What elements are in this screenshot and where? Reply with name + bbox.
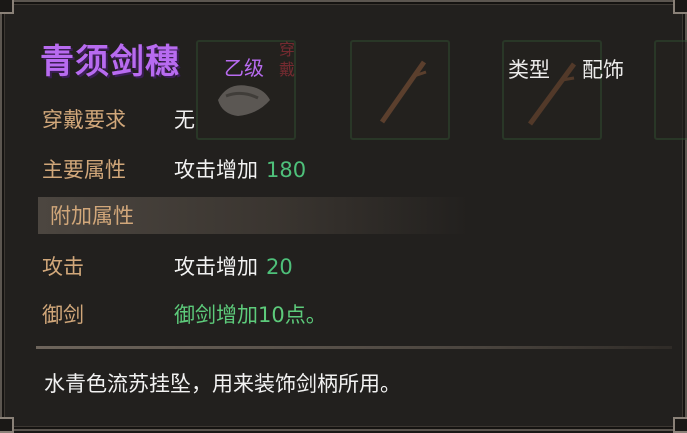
requirement-value: 无	[174, 108, 195, 132]
main-attribute-label: 主要属性	[42, 158, 126, 182]
extra-attribute-text: 御剑增加10点。	[174, 303, 327, 327]
background-item-slot	[654, 40, 687, 140]
extra-attribute-number: 20	[266, 255, 293, 279]
item-name: 青须剑穗	[40, 42, 180, 82]
item-type-value: 配饰	[582, 58, 624, 82]
extra-attribute-text: 攻击增加	[174, 255, 258, 279]
extra-attributes-title: 附加属性	[50, 204, 134, 228]
item-type-label: 类型	[508, 58, 550, 82]
extra-attribute-value: 攻击增加 20	[174, 252, 293, 282]
equipped-tag: 穿戴	[278, 40, 295, 79]
item-description: 水青色流苏挂坠，用来装饰剑柄所用。	[44, 372, 401, 396]
main-attribute-number: 180	[266, 158, 307, 182]
item-grade: 乙级	[224, 56, 264, 80]
stick-icon	[379, 60, 427, 124]
main-attribute-text: 攻击增加	[174, 158, 258, 182]
background-item-slot	[350, 40, 450, 140]
requirement-label: 穿戴要求	[42, 108, 126, 132]
extra-attribute-label: 御剑	[42, 303, 84, 327]
item-tooltip: 青须剑穗 乙级 穿戴 类型 配饰 穿戴要求 无 主要属性 攻击增加 180 附加属…	[0, 0, 687, 433]
extra-attribute-label: 攻击	[42, 255, 84, 279]
frame-corner	[673, 0, 687, 14]
divider	[36, 346, 672, 349]
main-attribute-value: 攻击增加 180	[174, 155, 306, 185]
frame-corner	[0, 0, 14, 14]
extra-attributes-header: 附加属性	[38, 197, 470, 234]
